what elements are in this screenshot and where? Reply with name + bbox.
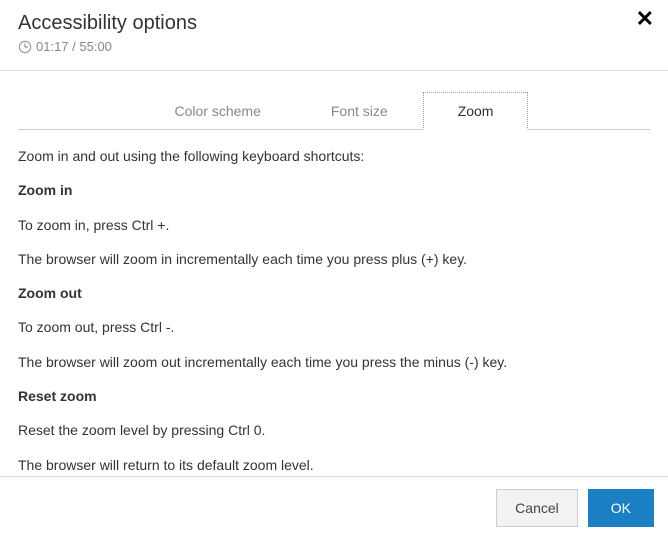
zoom-in-text: To zoom in, press Ctrl +. bbox=[18, 215, 650, 235]
intro-text: Zoom in and out using the following keyb… bbox=[18, 146, 650, 166]
reset-zoom-heading: Reset zoom bbox=[18, 386, 650, 406]
dialog-title: Accessibility options bbox=[18, 12, 650, 35]
zoom-out-heading: Zoom out bbox=[18, 283, 650, 303]
reset-zoom-text: Reset the zoom level by pressing Ctrl 0. bbox=[18, 420, 650, 440]
dialog-footer: Cancel OK bbox=[0, 476, 668, 539]
timer-row: 01:17 / 55:00 bbox=[18, 39, 650, 54]
tab-content: Zoom in and out using the following keyb… bbox=[0, 130, 668, 507]
tabs-container: Color scheme Font size Zoom bbox=[0, 71, 668, 130]
dialog-header: Accessibility options ✕ 01:17 / 55:00 bbox=[0, 0, 668, 64]
cancel-button[interactable]: Cancel bbox=[496, 489, 578, 527]
clock-icon bbox=[18, 40, 32, 54]
timer-text: 01:17 / 55:00 bbox=[36, 39, 112, 54]
tab-font-size[interactable]: Font size bbox=[296, 92, 423, 130]
close-icon[interactable]: ✕ bbox=[636, 8, 654, 30]
tab-color-scheme[interactable]: Color scheme bbox=[140, 92, 296, 130]
ok-button[interactable]: OK bbox=[588, 489, 654, 527]
zoom-in-heading: Zoom in bbox=[18, 180, 650, 200]
zoom-out-note: The browser will zoom out incrementally … bbox=[18, 352, 650, 372]
zoom-out-text: To zoom out, press Ctrl -. bbox=[18, 317, 650, 337]
reset-zoom-note: The browser will return to its default z… bbox=[18, 455, 650, 475]
zoom-in-note: The browser will zoom in incrementally e… bbox=[18, 249, 650, 269]
tabs: Color scheme Font size Zoom bbox=[18, 91, 650, 130]
tab-zoom[interactable]: Zoom bbox=[423, 92, 529, 130]
